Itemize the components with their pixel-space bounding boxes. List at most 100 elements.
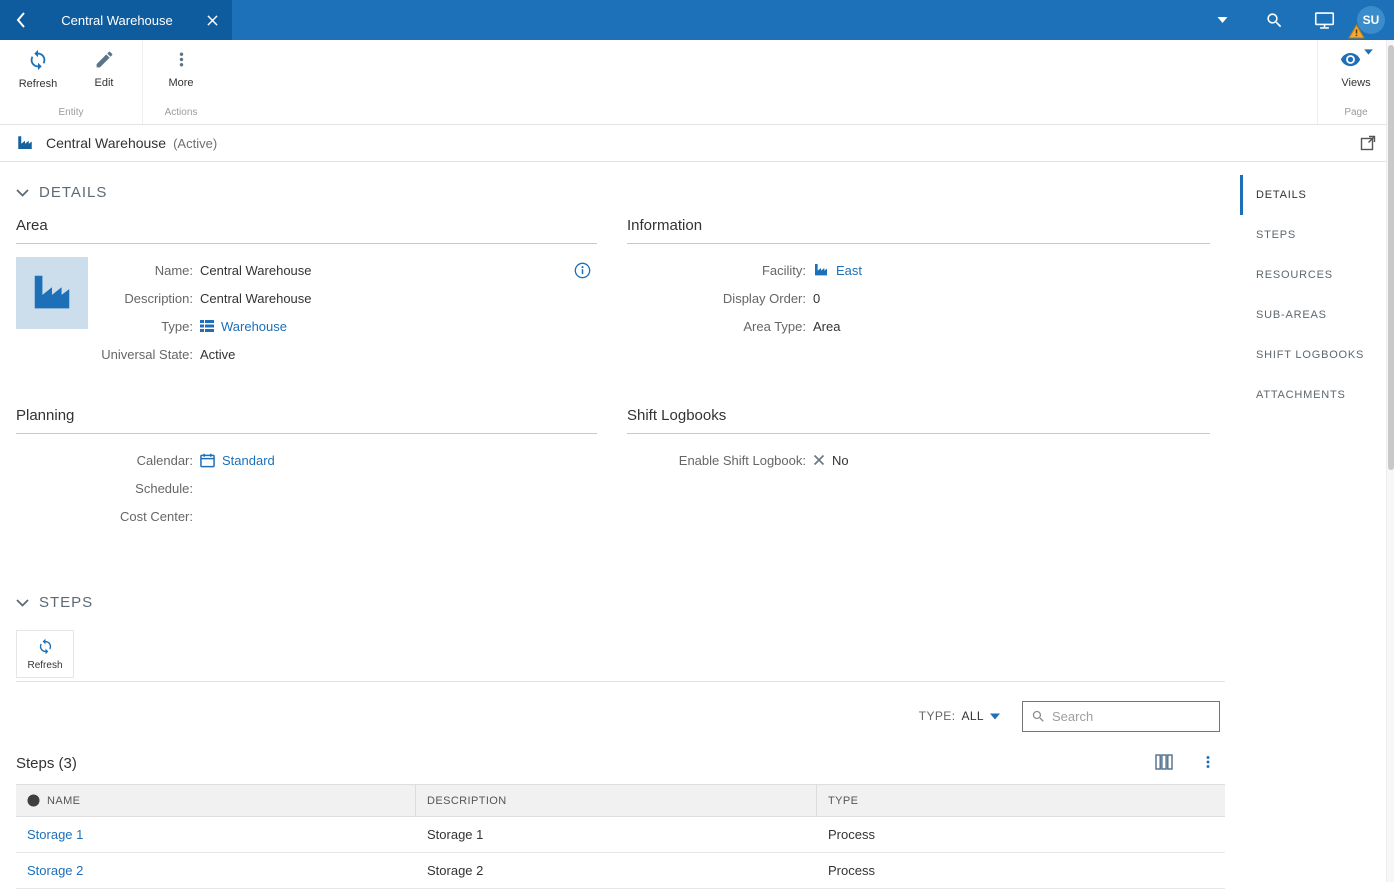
edit-button[interactable]: Edit	[76, 49, 132, 90]
refresh-icon	[39, 638, 51, 654]
cell-name: Storage 2	[16, 863, 416, 878]
entity-thumbnail	[16, 257, 88, 329]
entity-header: Central Warehouse (Active)	[0, 125, 1394, 162]
step-link[interactable]: Storage 1	[27, 827, 83, 842]
column-header-description[interactable]: DESCRIPTION	[416, 785, 817, 816]
views-caret-icon	[1363, 49, 1373, 55]
close-icon	[206, 14, 218, 26]
steps-refresh-button[interactable]: Refresh	[16, 630, 74, 678]
steps-refresh-label: Refresh	[27, 659, 63, 671]
edit-label: Edit	[94, 77, 114, 89]
field-label: Enable Shift Logbook:	[678, 452, 806, 468]
topbar: Central Warehouse SU	[0, 0, 1394, 40]
field-description: Description: Central Warehouse	[16, 284, 597, 312]
no-x-icon	[813, 454, 825, 466]
type-filter-label: TYPE:	[918, 709, 956, 723]
nav-item-steps[interactable]: STEPS	[1240, 215, 1386, 255]
details-section-title: DETAILS	[39, 184, 108, 201]
tab-title[interactable]: Central Warehouse	[32, 13, 202, 28]
type-grid-icon	[200, 320, 214, 332]
field-value: Area	[813, 318, 841, 334]
field-value: Central Warehouse	[200, 262, 312, 278]
warehouse-link[interactable]: Warehouse	[221, 319, 287, 334]
columns-icon	[1155, 753, 1173, 770]
column-header-name[interactable]: NAME	[16, 785, 416, 816]
steps-table: NAME DESCRIPTION TYPE Storage 1 Storage …	[16, 784, 1225, 889]
shift-logbooks-panel-title: Shift Logbooks	[627, 407, 1210, 434]
field-label: Facility:	[761, 262, 806, 278]
search-input[interactable]	[1052, 708, 1211, 724]
column-chooser-button[interactable]	[1155, 753, 1173, 773]
calendar-icon	[200, 453, 215, 467]
more-button[interactable]: More	[153, 49, 209, 89]
info-icon	[574, 262, 591, 279]
column-header-type[interactable]: TYPE	[817, 785, 1225, 816]
table-row: Storage 2 Storage 2 Process	[16, 853, 1225, 889]
field-type: Type: Warehouse	[16, 312, 597, 340]
toolbar-group-page: Views Page	[1317, 40, 1394, 124]
open-window-icon	[1360, 135, 1376, 151]
info-button[interactable]	[574, 262, 591, 279]
chevron-down-icon	[16, 598, 29, 607]
area-panel-title: Area	[16, 217, 597, 244]
table-menu-button[interactable]	[1199, 753, 1217, 774]
tab-strip: Central Warehouse	[0, 0, 232, 40]
topbar-search-button[interactable]	[1265, 11, 1284, 30]
back-button[interactable]	[10, 9, 32, 31]
field-facility: Facility: East	[627, 256, 1210, 284]
kebab-icon	[1206, 755, 1210, 768]
field-value: No	[832, 452, 849, 468]
refresh-icon	[30, 49, 46, 71]
warning-icon	[1348, 24, 1365, 39]
steps-table-title-row: Steps (3)	[16, 750, 1225, 776]
edit-icon	[96, 51, 112, 68]
entity-state: (Active)	[173, 135, 218, 151]
more-label: More	[168, 77, 194, 89]
tab-close-button[interactable]	[202, 10, 222, 30]
chevron-down-icon	[1217, 17, 1228, 23]
shift-logbooks-panel: Shift Logbooks Enable Shift Logbook: No	[627, 407, 1210, 474]
scrollbar[interactable]	[1386, 40, 1394, 882]
field-label: Calendar:	[136, 452, 193, 468]
steps-section-header[interactable]: STEPS	[16, 594, 93, 611]
cell-description: Storage 2	[427, 863, 484, 878]
refresh-label: Refresh	[18, 78, 58, 90]
refresh-button[interactable]: Refresh	[10, 49, 66, 90]
information-panel: Information Facility: East Display Order…	[627, 217, 1210, 340]
calendar-link[interactable]: Standard	[222, 453, 275, 468]
scrollbar-thumb[interactable]	[1388, 45, 1394, 470]
main-toolbar: Refresh Edit Entity More Actions Views P…	[0, 40, 1394, 125]
avatar-initials: SU	[1362, 13, 1380, 27]
open-window-button[interactable]	[1358, 133, 1378, 153]
display-button[interactable]	[1314, 11, 1335, 30]
chevron-down-icon	[16, 188, 29, 197]
page-section-nav: DETAILS STEPS RESOURCES SUB-AREAS SHIFT …	[1240, 175, 1386, 415]
display-icon	[1314, 11, 1335, 29]
field-calendar: Calendar: Standard	[16, 446, 597, 474]
information-panel-title: Information	[627, 217, 1210, 244]
nav-item-resources[interactable]: RESOURCES	[1240, 255, 1386, 295]
field-label: Schedule:	[135, 480, 193, 496]
type-filter-dropdown[interactable]: TYPE: ALL	[919, 709, 1000, 723]
nav-item-details[interactable]: DETAILS	[1240, 175, 1386, 215]
factory-icon	[18, 136, 32, 149]
actions-group-label: Actions	[164, 107, 198, 118]
field-enable-shift-logbook: Enable Shift Logbook: No	[627, 446, 1210, 474]
step-link[interactable]: Storage 2	[27, 863, 83, 878]
factory-icon	[815, 264, 827, 276]
steps-filter-row: TYPE: ALL	[16, 700, 1225, 732]
eye-icon	[1340, 52, 1360, 67]
table-header: NAME DESCRIPTION TYPE	[16, 784, 1225, 817]
nav-item-attachments[interactable]: ATTACHMENTS	[1240, 375, 1386, 415]
topbar-dropdown-button[interactable]	[1216, 16, 1229, 24]
field-label: Universal State:	[101, 346, 193, 362]
avatar[interactable]: SU	[1348, 6, 1385, 39]
facility-link[interactable]: East	[836, 263, 862, 278]
steps-section-title: STEPS	[39, 594, 94, 611]
views-button[interactable]: Views	[1328, 49, 1384, 89]
nav-item-sub-areas[interactable]: SUB-AREAS	[1240, 295, 1386, 335]
nav-item-shift-logbooks[interactable]: SHIFT LOGBOOKS	[1240, 335, 1386, 375]
name-circle-icon	[27, 794, 40, 807]
entity-title: Central Warehouse	[46, 135, 167, 151]
details-section-header[interactable]: DETAILS	[16, 184, 107, 201]
